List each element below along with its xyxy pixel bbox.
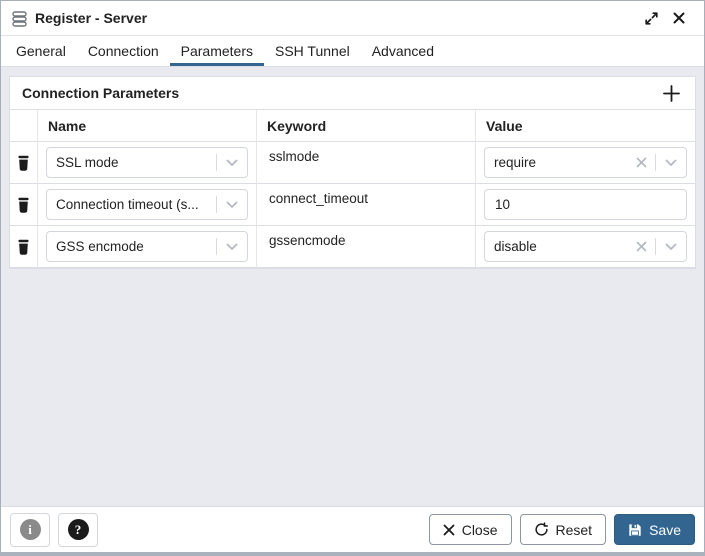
help-icon: ? (67, 519, 89, 540)
value-select-value: disable (494, 239, 537, 254)
panel-header: Connection Parameters (10, 77, 695, 110)
chevron-down-icon[interactable] (223, 201, 241, 209)
dialog-title: Register - Server (35, 10, 148, 26)
delete-row-button[interactable] (15, 153, 32, 173)
chevron-down-icon[interactable] (662, 159, 680, 167)
table-row-2-keyword-cell: connect_timeout (257, 184, 476, 226)
table-row-1-keyword-cell: sslmode (257, 142, 476, 184)
delete-row-button[interactable] (15, 195, 32, 215)
select-separator (216, 154, 217, 171)
reset-icon (534, 522, 548, 536)
name-select-value: Connection timeout (s... (56, 197, 199, 212)
table-row-2-delete-cell (10, 184, 38, 226)
save-icon (629, 523, 641, 536)
close-button-label: Close (461, 521, 498, 538)
plus-icon (662, 84, 680, 102)
tabbar: General Connection Parameters SSH Tunnel… (1, 36, 704, 67)
select-separator (216, 196, 217, 213)
reset-button[interactable]: Reset (519, 514, 607, 545)
tab-general[interactable]: General (5, 36, 77, 66)
delete-row-button[interactable] (15, 237, 32, 257)
close-dialog-button[interactable]: Close (428, 514, 512, 545)
titlebar: Register - Server (1, 1, 704, 36)
trash-icon (18, 239, 29, 255)
tab-advanced[interactable]: Advanced (361, 36, 445, 66)
tab-connection[interactable]: Connection (77, 36, 170, 66)
value-select-value: require (494, 155, 537, 170)
panel-title: Connection Parameters (22, 85, 180, 101)
table-row-1-name-cell: SSL mode (38, 142, 257, 184)
footer: i ? Close Reset Save (1, 506, 704, 552)
parameters-table: Name Keyword Value SSL mode sslmode requ… (10, 110, 695, 268)
maximize-icon (644, 11, 658, 25)
tab-parameters[interactable]: Parameters (169, 36, 264, 66)
name-select[interactable]: Connection timeout (s... (46, 189, 248, 220)
register-server-dialog: Register - Server General Connection Par… (0, 0, 705, 556)
value-select[interactable]: disable (484, 231, 687, 262)
select-separator (655, 154, 656, 171)
chevron-down-icon[interactable] (662, 243, 680, 251)
save-button[interactable]: Save (614, 514, 695, 545)
close-button[interactable] (668, 7, 690, 29)
trash-icon (18, 155, 29, 171)
column-header-keyword: Keyword (257, 110, 476, 142)
name-select[interactable]: GSS encmode (46, 231, 248, 262)
name-select[interactable]: SSL mode (46, 147, 248, 178)
select-separator (655, 238, 656, 255)
trash-icon (18, 197, 29, 213)
table-row-3-keyword-cell: gssencmode (257, 226, 476, 268)
server-icon (11, 10, 28, 27)
select-separator (216, 238, 217, 255)
close-x-icon (443, 524, 455, 535)
save-button-label: Save (649, 521, 681, 538)
table-row-1-delete-cell (10, 142, 38, 184)
name-select-value: GSS encmode (56, 239, 144, 254)
value-input[interactable] (484, 189, 687, 220)
table-row-1-value-cell: require (476, 142, 695, 184)
table-row-3-delete-cell (10, 226, 38, 268)
table-row-3-value-cell: disable (476, 226, 695, 268)
chevron-down-icon[interactable] (223, 243, 241, 251)
table-row-2-name-cell: Connection timeout (s... (38, 184, 257, 226)
close-icon (673, 12, 685, 24)
tab-ssh-tunnel[interactable]: SSH Tunnel (264, 36, 361, 66)
info-icon: i (19, 519, 41, 540)
column-header-name: Name (38, 110, 257, 142)
add-parameter-button[interactable] (659, 81, 683, 105)
clear-value-icon[interactable] (634, 241, 649, 252)
value-select[interactable]: require (484, 147, 687, 178)
sql-info-button[interactable]: i (10, 512, 50, 547)
maximize-button[interactable] (640, 7, 662, 29)
name-select-value: SSL mode (56, 155, 119, 170)
reset-button-label: Reset (555, 521, 593, 538)
clear-value-icon[interactable] (634, 157, 649, 168)
table-row-3-name-cell: GSS encmode (38, 226, 257, 268)
chevron-down-icon[interactable] (223, 159, 241, 167)
connection-parameters-panel: Connection Parameters Name Keyword Value (9, 76, 696, 269)
dialog-body: Connection Parameters Name Keyword Value (1, 67, 704, 506)
column-header-value: Value (476, 110, 695, 142)
table-row-2-value-cell (476, 184, 695, 226)
help-button[interactable]: ? (58, 512, 98, 547)
header-spacer-cell (10, 110, 38, 142)
